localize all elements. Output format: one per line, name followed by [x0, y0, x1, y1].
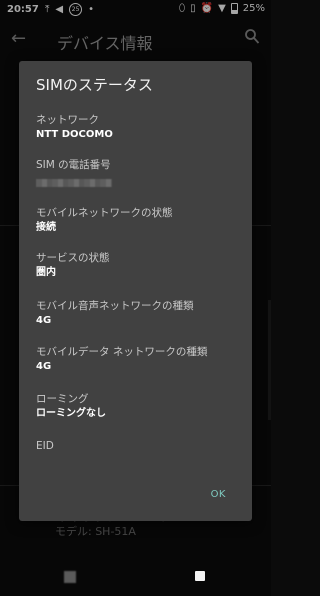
navigation-bar: [0, 556, 271, 596]
field-value: 4G: [36, 361, 52, 372]
redacted-phone-number: [36, 179, 112, 187]
field-label: EID: [36, 440, 54, 452]
field-value: NTT DOCOMO: [36, 129, 113, 140]
field-label: サービスの状態: [36, 252, 110, 264]
field-label: モバイル音声ネットワークの種類: [36, 300, 194, 312]
field-value: 圏内: [36, 267, 56, 278]
field-label: モバイルデータ ネットワークの種類: [36, 346, 208, 358]
field-roaming: ローミング ローミングなし: [36, 392, 236, 420]
field-network: ネットワーク NTT DOCOMO: [36, 113, 236, 141]
field-value: 4G: [36, 315, 52, 326]
field-eid: EID: [36, 439, 236, 453]
field-value: 接続: [36, 222, 56, 233]
field-phone-number: SIM の電話番号: [36, 158, 236, 191]
ok-button[interactable]: OK: [211, 489, 226, 500]
field-label: ローミング: [36, 393, 89, 405]
nav-home-icon[interactable]: [195, 571, 205, 581]
field-label: ネットワーク: [36, 114, 99, 126]
field-label: SIM の電話番号: [36, 159, 111, 171]
nav-back-icon[interactable]: [64, 571, 76, 583]
field-service-state: サービスの状態 圏内: [36, 251, 236, 279]
field-mobile-network-state: モバイルネットワークの状態 接続: [36, 206, 236, 234]
field-label: モバイルネットワークの状態: [36, 207, 173, 219]
field-value: ローミングなし: [36, 408, 106, 419]
field-voice-network-type: モバイル音声ネットワークの種類 4G: [36, 299, 236, 327]
field-data-network-type: モバイルデータ ネットワークの種類 4G: [36, 345, 236, 373]
sim-status-dialog: SIMのステータス ネットワーク NTT DOCOMO SIM の電話番号 モバ…: [19, 61, 252, 521]
dialog-title: SIMのステータス: [36, 76, 153, 94]
